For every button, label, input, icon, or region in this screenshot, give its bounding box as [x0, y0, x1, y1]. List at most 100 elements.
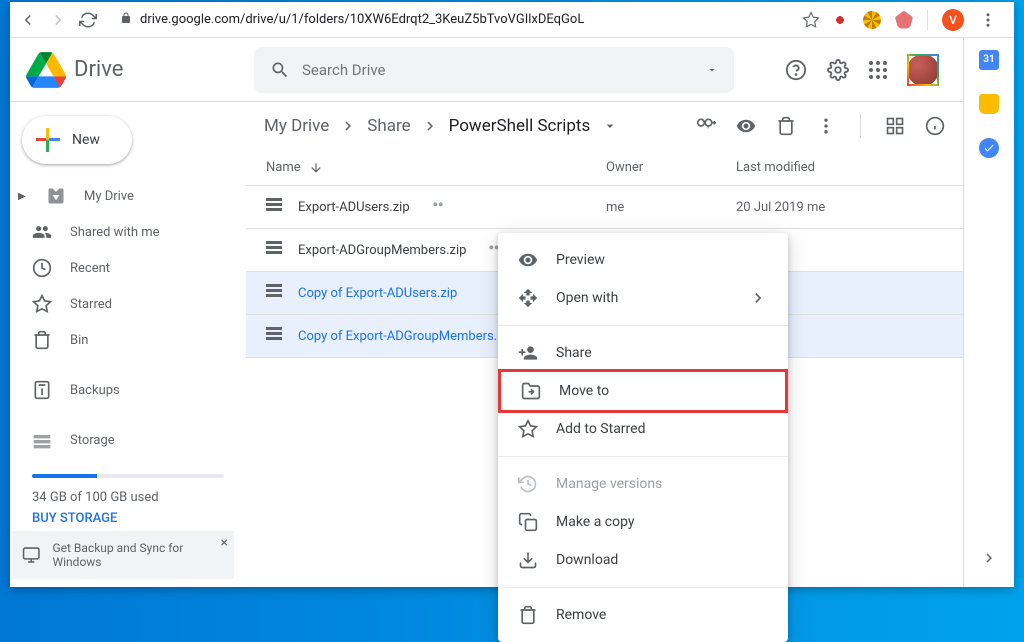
- sidebar-item-bin[interactable]: Bin: [10, 322, 246, 358]
- breadcrumb-row: My Drive Share PowerShell Scripts: [246, 102, 963, 150]
- breadcrumb-item[interactable]: Share: [367, 116, 410, 136]
- drive-logo: [26, 50, 66, 90]
- dropdown-icon[interactable]: [602, 118, 618, 134]
- storage-icon: [32, 430, 52, 450]
- zip-icon: [266, 241, 282, 259]
- grid-view-icon[interactable]: [885, 116, 905, 136]
- search-input[interactable]: [302, 61, 694, 79]
- column-header-row: Name Owner Last modified: [246, 150, 963, 186]
- col-owner-header[interactable]: Owner: [606, 160, 643, 175]
- menu-label: Remove: [556, 607, 606, 623]
- menu-remove[interactable]: Remove: [498, 596, 788, 634]
- plus-icon: [36, 128, 60, 152]
- storage-text: 34 GB of 100 GB used: [32, 490, 224, 505]
- menu-label: Add to Starred: [556, 421, 645, 437]
- zip-icon: [266, 327, 282, 345]
- close-icon[interactable]: ×: [221, 535, 228, 551]
- sort-arrow-icon[interactable]: [309, 161, 323, 175]
- col-modified-header[interactable]: Last modified: [736, 160, 815, 175]
- backup-banner[interactable]: Get Backup and Sync for Windows ×: [12, 531, 234, 579]
- breadcrumb-item-current[interactable]: PowerShell Scripts: [449, 116, 591, 136]
- menu-move-to[interactable]: Move to: [498, 369, 788, 413]
- dropdown-icon[interactable]: [706, 64, 718, 76]
- menu-label: Share: [556, 345, 592, 361]
- menu-label: Manage versions: [556, 476, 662, 492]
- sidebar-item-shared[interactable]: Shared with me: [10, 214, 246, 250]
- file-row[interactable]: Export-ADUsers.zipme20 Jul 2019 me: [246, 186, 963, 229]
- menu-make-copy[interactable]: Make a copy: [498, 503, 788, 541]
- gear-icon[interactable]: [827, 59, 849, 81]
- menu-label: Download: [556, 552, 618, 568]
- expand-icon[interactable]: ▶: [18, 191, 28, 202]
- address-bar[interactable]: drive.google.com/drive/u/1/folders/10XW6…: [108, 11, 791, 29]
- info-icon[interactable]: [925, 116, 945, 136]
- trash-icon: [518, 605, 538, 625]
- profile-avatar[interactable]: V: [942, 9, 964, 31]
- file-name: Export-ADGroupMembers.zip: [298, 243, 466, 258]
- reload-button[interactable]: [78, 10, 98, 30]
- eye-icon: [518, 250, 538, 270]
- back-button[interactable]: [18, 10, 38, 30]
- menu-add-starred[interactable]: Add to Starred: [498, 410, 788, 448]
- sidebar-item-label: Bin: [70, 333, 88, 348]
- move-to-icon: [521, 381, 541, 401]
- copy-icon: [518, 512, 538, 532]
- menu-preview[interactable]: Preview: [498, 241, 788, 279]
- menu-share[interactable]: Share: [498, 334, 788, 372]
- browser-menu-icon[interactable]: [978, 10, 998, 30]
- backups-icon: [32, 380, 52, 400]
- mydrive-icon: [46, 186, 66, 206]
- preview-icon[interactable]: [736, 116, 756, 136]
- sidebar-item-mydrive[interactable]: ▶ My Drive: [10, 178, 246, 214]
- share-icon[interactable]: [696, 116, 716, 136]
- extension-icon[interactable]: [895, 11, 913, 29]
- sidebar-item-backups[interactable]: Backups: [10, 372, 246, 408]
- menu-label: Open with: [556, 290, 618, 306]
- search-icon: [270, 60, 290, 80]
- open-with-icon: [518, 288, 538, 308]
- more-icon[interactable]: [816, 116, 836, 136]
- delete-icon[interactable]: [776, 116, 796, 136]
- app-header: Drive: [10, 38, 963, 102]
- menu-open-with[interactable]: Open with: [498, 279, 788, 317]
- sidebar: New ▶ My Drive Shared with me Recent: [10, 102, 246, 587]
- forward-button[interactable]: [48, 10, 68, 30]
- search-box[interactable]: [254, 47, 734, 93]
- new-button-label: New: [72, 132, 100, 148]
- sidebar-item-starred[interactable]: Starred: [10, 286, 246, 322]
- zip-icon: [266, 284, 282, 302]
- help-icon[interactable]: [785, 59, 807, 81]
- star-icon: [518, 419, 538, 439]
- right-rail: 31: [964, 38, 1014, 587]
- extension-icon[interactable]: [831, 11, 849, 29]
- file-name: Copy of Export-ADGroupMembers.: [298, 329, 497, 344]
- chevron-right-icon: [421, 117, 439, 135]
- tasks-icon[interactable]: [979, 138, 999, 158]
- keep-icon[interactable]: [979, 94, 999, 114]
- sidebar-item-storage[interactable]: Storage: [10, 422, 246, 458]
- apps-icon[interactable]: [869, 61, 887, 79]
- col-name-header[interactable]: Name: [266, 160, 301, 175]
- menu-download[interactable]: Download: [498, 541, 788, 579]
- menu-label: Move to: [559, 383, 609, 399]
- expand-rail-icon[interactable]: [980, 549, 998, 571]
- breadcrumb-item[interactable]: My Drive: [264, 116, 329, 136]
- menu-label: Preview: [556, 252, 605, 268]
- sidebar-item-label: Recent: [70, 261, 110, 276]
- buy-storage-link[interactable]: BUY STORAGE: [32, 511, 224, 526]
- account-avatar[interactable]: [907, 54, 939, 86]
- new-button[interactable]: New: [22, 116, 132, 164]
- shared-icon: [32, 222, 52, 242]
- bin-icon: [32, 330, 52, 350]
- download-icon: [518, 550, 538, 570]
- backup-banner-text: Get Backup and Sync for Windows: [52, 541, 206, 569]
- shared-badge-icon: [430, 199, 446, 215]
- file-name: Copy of Export-ADUsers.zip: [298, 286, 457, 301]
- sidebar-item-recent[interactable]: Recent: [10, 250, 246, 286]
- bookmark-star-icon[interactable]: [801, 10, 821, 30]
- context-menu: Preview Open with Share Move to Add to S…: [498, 233, 788, 642]
- sidebar-item-label: Starred: [70, 297, 112, 312]
- calendar-icon[interactable]: 31: [979, 50, 999, 70]
- chevron-right-icon: [339, 117, 357, 135]
- extension-icon[interactable]: [863, 11, 881, 29]
